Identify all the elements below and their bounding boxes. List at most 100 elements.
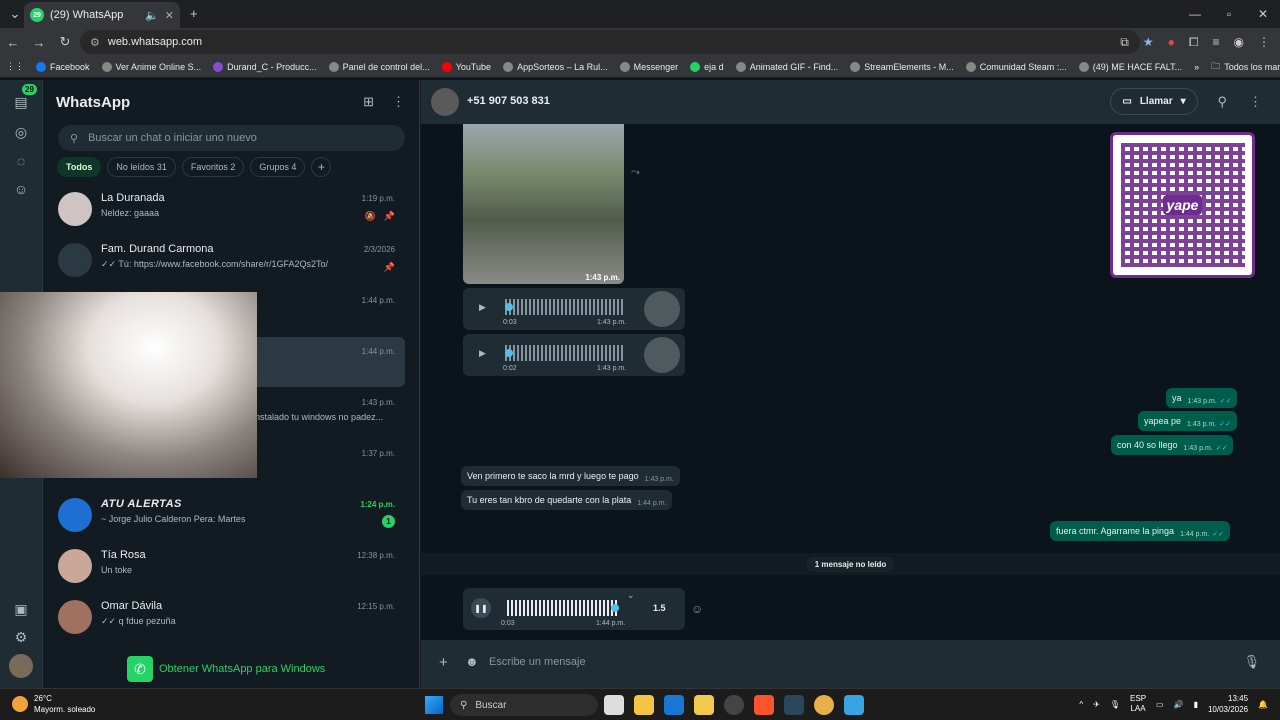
media-icon[interactable]: ≡ (1213, 35, 1220, 49)
react-emoji-icon[interactable]: ☺ (691, 602, 703, 616)
outgoing-message[interactable]: yapea pe 1:43 p.m. ✓✓ (1138, 411, 1237, 431)
back-icon[interactable]: ← (0, 35, 26, 50)
outgoing-message[interactable]: con 40 so llego 1:43 p.m. ✓✓ (1111, 435, 1234, 455)
chat-item[interactable]: La Duranada Neldez: gaaaa 1:19 p.m. 🔕 📌 (43, 184, 405, 234)
outgoing-message[interactable]: ya 1:43 p.m. ✓✓ (1166, 388, 1238, 408)
playhead[interactable] (505, 303, 513, 311)
url-input[interactable]: ⚙ web.whatsapp.com (80, 30, 1140, 54)
communities-icon[interactable]: ☺ (9, 177, 33, 201)
battery-icon[interactable]: ▮ (1194, 700, 1198, 709)
bookmark[interactable]: Comunidad Steam :... (960, 61, 1073, 72)
app-icon[interactable] (724, 695, 744, 715)
star-icon[interactable]: ★ (1143, 35, 1154, 49)
playback-speed-button[interactable]: 1.5 (653, 603, 666, 613)
outgoing-message[interactable]: fuera ctmr. Agarrame la pinga 1:44 p.m. ✓… (1050, 521, 1230, 541)
volume-icon[interactable]: 🔊 (1174, 700, 1184, 709)
bookmark[interactable]: (49) ME HACE FALT... (1073, 61, 1188, 72)
waveform[interactable] (505, 299, 625, 315)
profile-avatar[interactable] (9, 654, 33, 678)
steam-icon[interactable] (784, 695, 804, 715)
bookmark[interactable]: StreamElements - M... (844, 61, 960, 72)
waveform[interactable] (507, 600, 619, 616)
new-tab-icon[interactable]: + (190, 6, 198, 21)
image-message[interactable]: 1:43 p.m. (463, 124, 624, 284)
menu-icon[interactable]: ⋮ (1249, 94, 1262, 110)
language-indicator[interactable]: ESP LAA (1130, 694, 1146, 714)
filter-all[interactable]: Todos (57, 157, 102, 177)
browser-tab-whatsapp[interactable]: 29 (29) WhatsApp 🔈 ✕ (24, 2, 180, 28)
forward-icon[interactable]: → (26, 35, 52, 50)
app-icon[interactable] (844, 695, 864, 715)
all-bookmarks[interactable]: 🗀Todos los marcadores (1205, 59, 1280, 75)
bookmark[interactable]: Messenger (614, 61, 685, 72)
chat-item[interactable]: Omar Dávila ✓✓ q fdue pezuña 12:15 p.m. (43, 592, 405, 642)
menu-icon[interactable]: ⋮ (392, 94, 405, 110)
search-icon[interactable]: ⚲ (1217, 94, 1227, 110)
tray-app-icon[interactable]: ✈ (1093, 700, 1100, 709)
bookmark[interactable]: Ver Anime Online S... (96, 61, 208, 72)
app-icon[interactable] (694, 695, 714, 715)
waveform[interactable] (505, 345, 625, 361)
file-explorer-icon[interactable] (634, 695, 654, 715)
playhead[interactable] (505, 349, 513, 357)
install-icon[interactable]: ⧉ (1120, 35, 1129, 50)
puzzle-icon[interactable]: ⧠ (1189, 35, 1199, 50)
bookmark[interactable]: Panel de control del... (323, 61, 436, 72)
weather-widget[interactable]: 26°C Mayorm. soleado (12, 693, 95, 715)
minimize-icon[interactable]: — (1178, 0, 1212, 28)
apps-icon[interactable]: ⋮⋮ (0, 61, 30, 72)
reload-icon[interactable]: ↻ (52, 34, 78, 50)
voice-message-playing[interactable]: ❚❚ ⌄ 1.5 0:03 1:44 p.m. (463, 588, 685, 630)
extension-icon[interactable]: ● (1168, 35, 1175, 49)
add-filter-icon[interactable]: + (311, 157, 332, 177)
media-gallery-icon[interactable]: ▣ (9, 597, 33, 621)
play-icon[interactable]: ▶ (479, 302, 486, 313)
bookmark[interactable]: YouTube (436, 61, 497, 72)
site-info-icon[interactable]: ⚙ (90, 36, 100, 49)
chevron-down-icon[interactable]: ⌄ (627, 590, 635, 601)
close-window-icon[interactable]: ✕ (1246, 0, 1280, 28)
get-whatsapp-windows-link[interactable]: ✆ Obtener WhatsApp para Windows (127, 656, 325, 682)
maximize-icon[interactable]: ▫ (1212, 0, 1246, 28)
chevron-up-icon[interactable]: ^ (1079, 700, 1083, 709)
bookmark[interactable]: Animated GIF - Find... (730, 61, 845, 72)
sticker-icon[interactable]: ☻ (465, 654, 479, 669)
bookmark[interactable]: eja d (684, 61, 730, 72)
status-icon[interactable]: ◎ (9, 120, 33, 144)
contact-avatar[interactable] (431, 88, 459, 116)
forward-icon[interactable]: ⤳ (631, 166, 640, 179)
notifications-icon[interactable]: 🔔 (1258, 700, 1268, 709)
contact-name[interactable]: +51 907 503 831 (467, 95, 550, 107)
message-input[interactable]: Escribe un mensaje (489, 656, 586, 668)
microphone-icon[interactable]: 🎙 (1243, 654, 1260, 670)
bookmark[interactable]: AppSorteos – La Rul... (497, 61, 614, 72)
microphone-icon[interactable]: 🎙 (1110, 700, 1120, 709)
chat-item[interactable]: Fam. Durand Carmona ✓✓ Tú: https://www.f… (43, 235, 405, 285)
playhead[interactable] (611, 604, 619, 612)
search-input[interactable]: ⚲ Buscar un chat o iniciar uno nuevo (58, 125, 405, 151)
profile-avatar[interactable]: ◉ (1234, 35, 1244, 49)
video-call-overlay[interactable] (0, 292, 257, 478)
filter-favorites[interactable]: Favoritos 2 (181, 157, 245, 177)
voice-message[interactable]: ▶ 0:03 1:43 p.m. (463, 288, 685, 330)
outlook-icon[interactable] (664, 695, 684, 715)
more-bookmarks-icon[interactable]: » (1188, 62, 1205, 72)
chrome-icon[interactable] (814, 695, 834, 715)
bookmark[interactable]: Durand_C - Producc... (207, 61, 323, 72)
attach-icon[interactable]: + (439, 654, 448, 671)
filter-unread[interactable]: No leídos 31 (107, 157, 176, 177)
new-chat-icon[interactable]: ⊞ (363, 94, 374, 110)
menu-icon[interactable]: ⋮ (1258, 35, 1270, 49)
brave-icon[interactable] (754, 695, 774, 715)
pause-icon[interactable]: ❚❚ (471, 598, 491, 618)
yape-qr-image[interactable]: yape (1110, 132, 1255, 278)
mute-tab-icon[interactable]: 🔈 (145, 9, 159, 22)
incoming-message[interactable]: Ven primero te saco la mrd y luego te pa… (461, 466, 680, 486)
conversation-header[interactable]: +51 907 503 831 ▭ Llamar ▾ ⚲ ⋮ (421, 80, 1280, 124)
task-view-icon[interactable] (604, 695, 624, 715)
network-icon[interactable]: ▭ (1156, 700, 1164, 709)
settings-icon[interactable]: ⚙ (9, 625, 33, 649)
taskbar-search[interactable]: ⚲ Buscar (450, 694, 598, 716)
voice-message[interactable]: ▶ 0:02 1:43 p.m. (463, 334, 685, 376)
chat-item[interactable]: Tía Rosa Un toke 12:38 p.m. (43, 541, 405, 591)
